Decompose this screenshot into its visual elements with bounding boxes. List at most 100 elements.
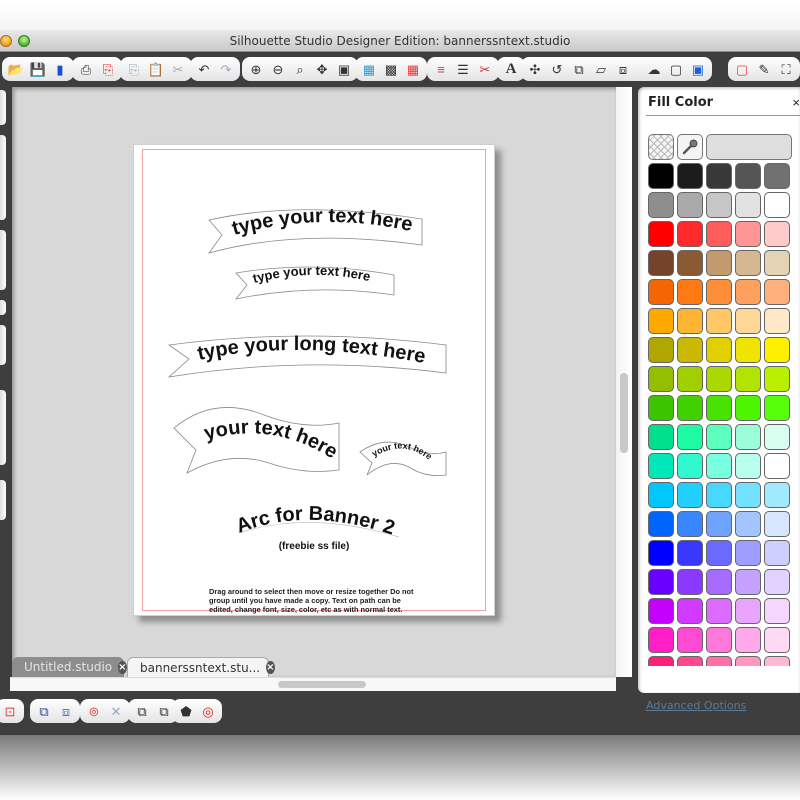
color-swatch[interactable] <box>764 395 790 421</box>
eyedropper-button[interactable] <box>677 134 703 160</box>
save-button[interactable]: 💾 <box>29 60 47 78</box>
color-swatch[interactable] <box>735 424 761 450</box>
rotate-button[interactable]: ↺ <box>548 60 566 78</box>
color-swatch[interactable] <box>648 366 674 392</box>
undo-button[interactable]: ↶ <box>195 60 213 78</box>
instruction-line[interactable]: Drag around to select then move or resiz… <box>209 587 414 596</box>
align-button[interactable]: ✣ <box>526 60 544 78</box>
no-fill-swatch[interactable] <box>648 134 674 160</box>
send-to-back-button[interactable]: ⧉ <box>155 702 173 720</box>
color-swatch[interactable] <box>706 279 732 305</box>
color-swatch[interactable] <box>706 511 732 537</box>
color-swatch[interactable] <box>764 163 790 189</box>
color-swatch[interactable] <box>648 221 674 247</box>
color-swatch[interactable] <box>677 366 703 392</box>
arc-title-text[interactable]: Arc for Banner 2 <box>233 503 397 540</box>
instruction-line[interactable]: edited, change font, size, color, etc as… <box>209 605 402 614</box>
color-swatch[interactable] <box>648 424 674 450</box>
color-swatch[interactable] <box>764 482 790 508</box>
tab-untitled[interactable]: Untitled.studio × <box>12 657 127 677</box>
fill-color-button[interactable]: ▦ <box>404 60 422 78</box>
fill-pattern-button[interactable]: ▦ <box>360 60 378 78</box>
color-swatch[interactable] <box>677 250 703 276</box>
color-swatch[interactable] <box>735 221 761 247</box>
tool-tab[interactable] <box>0 325 6 365</box>
color-swatch[interactable] <box>735 569 761 595</box>
color-swatch[interactable] <box>706 366 732 392</box>
scale-button[interactable]: ⧉ <box>570 60 588 78</box>
ungroup-button[interactable]: ⧈ <box>57 702 75 720</box>
tool-tab[interactable] <box>0 480 6 520</box>
color-swatch[interactable] <box>677 627 703 653</box>
tool-tab[interactable] <box>0 135 6 220</box>
color-swatch[interactable] <box>764 221 790 247</box>
color-swatch[interactable] <box>735 366 761 392</box>
send-to-silhouette-button[interactable]: ⎘ <box>99 60 117 78</box>
print-button[interactable]: ⎙ <box>77 60 95 78</box>
color-swatch[interactable] <box>764 337 790 363</box>
color-swatch[interactable] <box>677 221 703 247</box>
tab-bannerssntext[interactable]: bannerssntext.stu... × <box>127 657 275 677</box>
group-button[interactable]: ⧉ <box>35 702 53 720</box>
color-swatch[interactable] <box>677 279 703 305</box>
color-swatch[interactable] <box>706 627 732 653</box>
close-icon[interactable]: × <box>118 660 127 674</box>
color-swatch[interactable] <box>764 424 790 450</box>
color-swatch[interactable] <box>735 308 761 334</box>
page-settings-button[interactable]: ▣ <box>689 60 707 78</box>
copy-button[interactable]: ⎘ <box>125 60 143 78</box>
color-swatch[interactable] <box>735 482 761 508</box>
zoom-select-button[interactable]: ⌕ <box>291 60 309 78</box>
color-swatch[interactable] <box>735 337 761 363</box>
color-swatch[interactable] <box>648 511 674 537</box>
cut-button[interactable]: ✂ <box>169 60 187 78</box>
horizontal-scroll-thumb[interactable] <box>278 681 366 688</box>
release-compound-button[interactable]: ✕ <box>107 702 125 720</box>
color-swatch[interactable] <box>764 656 790 666</box>
color-swatch[interactable] <box>706 192 732 218</box>
cut-style-button[interactable]: ✂ <box>476 60 494 78</box>
tool-tab[interactable] <box>0 300 6 315</box>
library-button[interactable]: ☁ <box>645 60 663 78</box>
close-icon[interactable]: × <box>792 95 800 110</box>
color-swatch[interactable] <box>648 279 674 305</box>
color-swatch[interactable] <box>706 395 732 421</box>
color-swatch[interactable] <box>735 163 761 189</box>
color-swatch[interactable] <box>764 192 790 218</box>
color-swatch[interactable] <box>735 598 761 624</box>
paste-button[interactable]: 📋 <box>147 60 165 78</box>
color-swatch[interactable] <box>764 627 790 653</box>
line-color-button[interactable]: ≡ <box>432 60 450 78</box>
color-swatch[interactable] <box>735 453 761 479</box>
color-swatch[interactable] <box>706 337 732 363</box>
color-swatch[interactable] <box>706 308 732 334</box>
make-compound-button[interactable]: ⊚ <box>85 702 103 720</box>
color-swatch[interactable] <box>648 569 674 595</box>
color-swatch[interactable] <box>706 221 732 247</box>
color-swatch[interactable] <box>648 250 674 276</box>
color-swatch[interactable] <box>764 511 790 537</box>
color-swatch[interactable] <box>764 279 790 305</box>
color-swatch[interactable] <box>735 395 761 421</box>
color-swatch[interactable] <box>648 453 674 479</box>
tool-tab[interactable] <box>0 230 6 290</box>
advanced-options-link[interactable]: Advanced Options <box>646 699 746 712</box>
tool-tab[interactable] <box>0 90 6 125</box>
color-swatch[interactable] <box>648 627 674 653</box>
offset-button[interactable]: ◎ <box>199 702 217 720</box>
color-swatch[interactable] <box>648 656 674 666</box>
modify-button[interactable]: ⬟ <box>177 702 195 720</box>
save-to-sd-button[interactable]: ▮ <box>51 60 69 78</box>
color-swatch[interactable] <box>648 192 674 218</box>
zoom-out-button[interactable]: ⊖ <box>269 60 287 78</box>
close-icon[interactable]: × <box>266 661 275 674</box>
fit-page-button[interactable]: ▣ <box>335 60 353 78</box>
color-swatch[interactable] <box>706 482 732 508</box>
color-swatch[interactable] <box>706 598 732 624</box>
color-swatch[interactable] <box>764 453 790 479</box>
color-swatch[interactable] <box>677 511 703 537</box>
zoom-in-button[interactable]: ⊕ <box>247 60 265 78</box>
color-swatch[interactable] <box>648 540 674 566</box>
color-swatch[interactable] <box>677 598 703 624</box>
color-swatch[interactable] <box>677 482 703 508</box>
